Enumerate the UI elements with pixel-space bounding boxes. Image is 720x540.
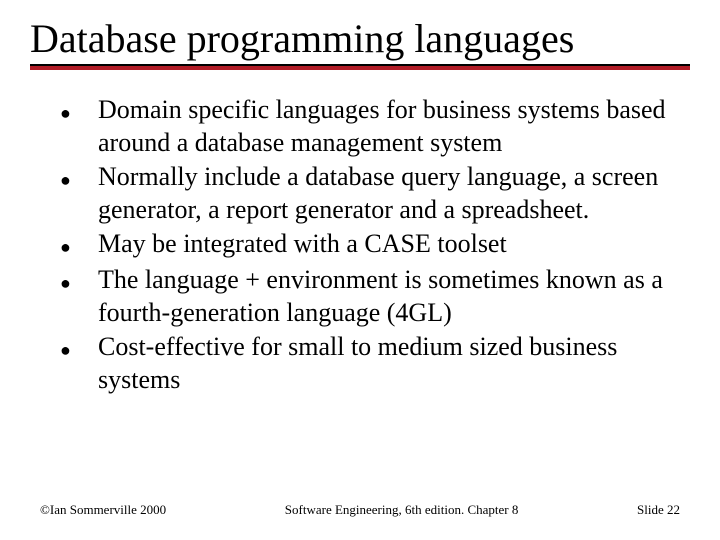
slide: Database programming languages ● Domain … [0,0,720,540]
footer: ©Ian Sommerville 2000 Software Engineeri… [0,502,720,518]
slide-title: Database programming languages [30,18,690,64]
bullet-icon: ● [60,161,98,197]
bullet-list: ● Domain specific languages for business… [0,70,720,398]
list-item: ● Domain specific languages for business… [60,94,680,161]
footer-center: Software Engineering, 6th edition. Chapt… [166,502,637,518]
bullet-icon: ● [60,94,98,130]
bullet-text: The language + environment is sometimes … [98,264,680,331]
bullet-text: Cost-effective for small to medium sized… [98,331,680,398]
bullet-text: Domain specific languages for business s… [98,94,680,161]
bullet-text: Normally include a database query langua… [98,161,680,228]
bullet-icon: ● [60,228,98,264]
bullet-icon: ● [60,331,98,367]
footer-right: Slide 22 [637,502,680,518]
title-wrap: Database programming languages [0,0,720,64]
bullet-icon: ● [60,264,98,300]
list-item: ● May be integrated with a CASE toolset [60,228,680,264]
bullet-text: May be integrated with a CASE toolset [98,228,680,263]
list-item: ● Cost-effective for small to medium siz… [60,331,680,398]
footer-left: ©Ian Sommerville 2000 [40,502,166,518]
list-item: ● Normally include a database query lang… [60,161,680,228]
list-item: ● The language + environment is sometime… [60,264,680,331]
